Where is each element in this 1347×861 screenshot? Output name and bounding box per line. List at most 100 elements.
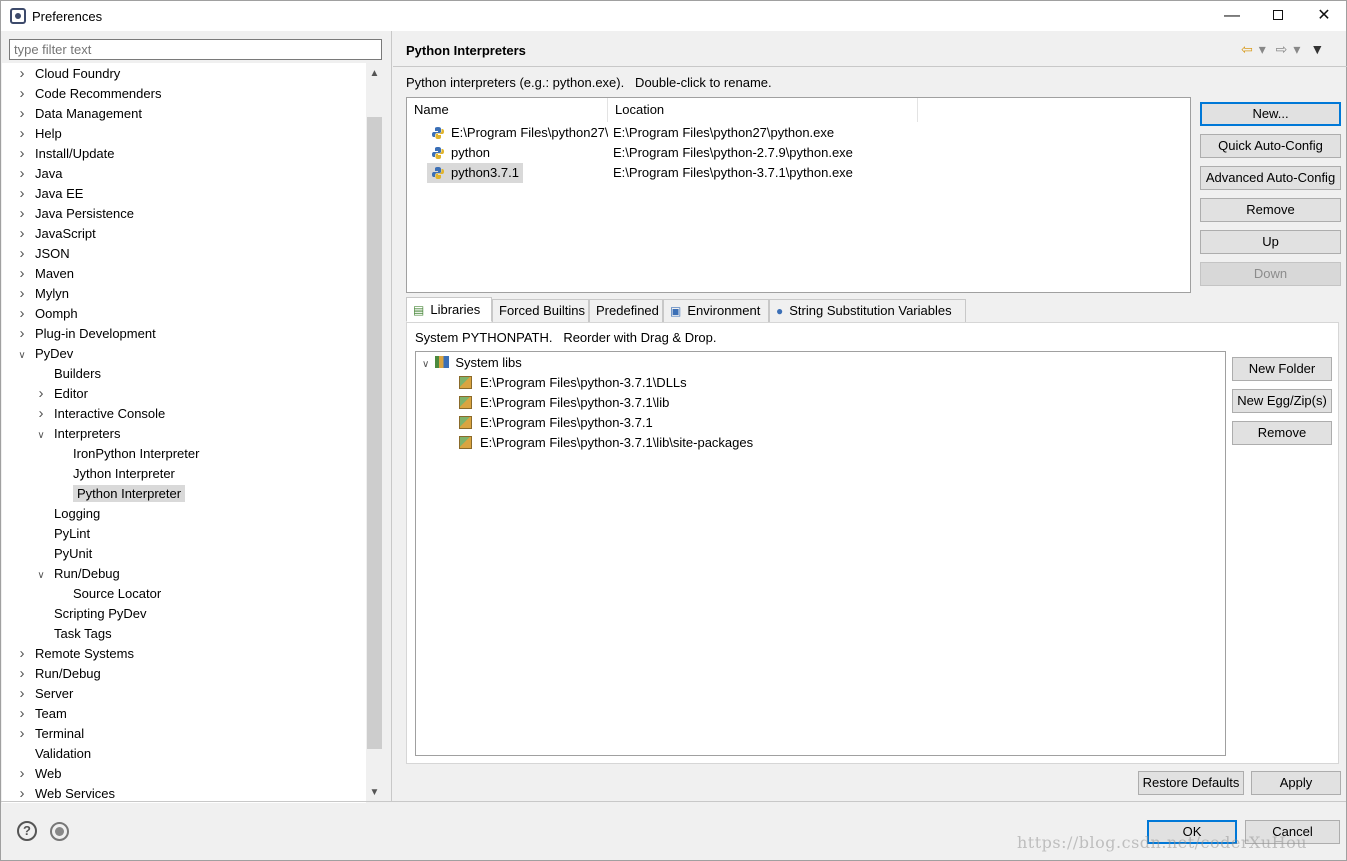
tree-item-pyunit[interactable]: PyUnit xyxy=(35,544,92,564)
new-egg-zip-button[interactable]: New Egg/Zip(s) xyxy=(1232,389,1332,413)
chevron-right-icon[interactable]: › xyxy=(16,104,28,124)
tree-item-remote-systems[interactable]: › Remote Systems xyxy=(16,644,134,664)
chevron-right-icon[interactable]: › xyxy=(16,704,28,724)
chevron-right-icon[interactable]: › xyxy=(16,144,28,164)
minimize-button[interactable]: — xyxy=(1209,1,1255,31)
tab-forced-builtins[interactable]: Forced Builtins xyxy=(492,299,589,323)
tree-item-server[interactable]: › Server xyxy=(16,684,74,704)
tree-item-cloud-foundry[interactable]: › Cloud Foundry xyxy=(16,64,121,84)
tree-item-validation[interactable]: Validation xyxy=(16,744,91,764)
chevron-right-icon[interactable]: › xyxy=(35,384,47,404)
interpreter-row[interactable]: python E:\Program Files\python-2.7.9\pyth… xyxy=(407,143,1190,163)
chevron-right-icon[interactable]: › xyxy=(16,284,28,304)
chevron-right-icon[interactable]: › xyxy=(16,324,28,344)
forward-arrow-icon[interactable]: ⇨ xyxy=(1276,41,1288,57)
column-header-location[interactable]: Location xyxy=(608,98,918,122)
tree-item-pydev[interactable]: ∨ PyDev xyxy=(16,344,73,364)
tree-item-interpreters[interactable]: ∨ Interpreters xyxy=(35,424,120,444)
tree-item-code-recommenders[interactable]: › Code Recommenders xyxy=(16,84,162,104)
up-button[interactable]: Up xyxy=(1200,230,1341,254)
chevron-right-icon[interactable]: › xyxy=(16,64,28,84)
expand-chevron-icon[interactable]: ∨ xyxy=(422,359,429,370)
apply-button[interactable]: Apply xyxy=(1251,771,1341,795)
chevron-right-icon[interactable]: › xyxy=(16,164,28,184)
column-header-name[interactable]: Name xyxy=(407,98,608,122)
library-path-item[interactable]: E:\Program Files\python-3.7.1\lib xyxy=(459,393,669,413)
tree-scrollbar[interactable]: ▲ ▼ xyxy=(366,63,383,803)
chevron-right-icon[interactable]: › xyxy=(16,684,28,704)
scroll-thumb[interactable] xyxy=(367,117,382,749)
scroll-down-icon[interactable]: ▼ xyxy=(366,784,383,801)
chevron-right-icon[interactable]: › xyxy=(16,184,28,204)
chevron-right-icon[interactable]: › xyxy=(16,84,28,104)
view-menu-icon[interactable]: ▼ xyxy=(1310,41,1324,57)
chevron-right-icon[interactable]: › xyxy=(16,764,28,784)
library-path-item[interactable]: E:\Program Files\python-3.7.1 xyxy=(459,413,653,433)
tab-environment[interactable]: ▣ Environment xyxy=(663,299,769,323)
pane-divider[interactable] xyxy=(391,31,392,802)
chevron-right-icon[interactable]: › xyxy=(16,644,28,664)
tree-item-interactive-console[interactable]: › Interactive Console xyxy=(35,404,166,424)
chevron-right-icon[interactable]: › xyxy=(16,264,28,284)
advanced-auto-config-button[interactable]: Advanced Auto-Config xyxy=(1200,166,1341,190)
close-button[interactable]: ✕ xyxy=(1301,1,1347,31)
tree-item-help[interactable]: › Help xyxy=(16,124,62,144)
chevron-right-icon[interactable]: › xyxy=(16,224,28,244)
tree-item-oomph[interactable]: › Oomph xyxy=(16,304,78,324)
tree-item-team[interactable]: › Team xyxy=(16,704,67,724)
tree-item-data-management[interactable]: › Data Management xyxy=(16,104,142,124)
back-arrow-icon[interactable]: ⇦ xyxy=(1241,41,1253,57)
system-libs-node[interactable]: ∨ System libs xyxy=(422,353,522,373)
libraries-tree[interactable]: ∨ System libs E:\Program Files\python-3.7… xyxy=(415,351,1226,756)
tree-item-plug-in-development[interactable]: › Plug-in Development xyxy=(16,324,156,344)
tree-item-editor[interactable]: › Editor xyxy=(35,384,88,404)
tree-item-web[interactable]: › Web xyxy=(16,764,62,784)
remove-library-button[interactable]: Remove xyxy=(1232,421,1332,445)
tree-item-install-update[interactable]: › Install/Update xyxy=(16,144,115,164)
new-folder-button[interactable]: New Folder xyxy=(1232,357,1332,381)
library-path-item[interactable]: E:\Program Files\python-3.7.1\lib\site-p… xyxy=(459,433,753,453)
forward-menu-icon[interactable]: ▾ xyxy=(1293,41,1300,57)
new-button[interactable]: New... xyxy=(1200,102,1341,126)
tree-item-pylint[interactable]: PyLint xyxy=(35,524,90,544)
chevron-right-icon[interactable]: › xyxy=(16,724,28,744)
library-path-item[interactable]: E:\Program Files\python-3.7.1\DLLs xyxy=(459,373,687,393)
maximize-button[interactable] xyxy=(1255,1,1301,31)
chevron-down-icon[interactable]: ∨ xyxy=(35,566,47,586)
tree-item-builders[interactable]: Builders xyxy=(35,364,101,384)
tree-item-source-locator[interactable]: Source Locator xyxy=(54,584,161,604)
tree-item-java-persistence[interactable]: › Java Persistence xyxy=(16,204,135,224)
chevron-right-icon[interactable]: › xyxy=(16,204,28,224)
quick-auto-config-button[interactable]: Quick Auto-Config xyxy=(1200,134,1341,158)
tree-item-run-debug[interactable]: › Run/Debug xyxy=(16,664,101,684)
record-icon[interactable] xyxy=(50,822,69,841)
interpreter-row[interactable]: python3.7.1 E:\Program Files\python-3.7.1… xyxy=(407,163,1190,183)
tree-item-python-interpreter[interactable]: Python Interpreter xyxy=(54,484,186,504)
chevron-right-icon[interactable]: › xyxy=(16,664,28,684)
chevron-down-icon[interactable]: ∨ xyxy=(16,346,28,366)
tree-item-logging[interactable]: Logging xyxy=(35,504,100,524)
tree-item-terminal[interactable]: › Terminal xyxy=(16,724,85,744)
chevron-right-icon[interactable]: › xyxy=(35,404,47,424)
tree-item-java[interactable]: › Java xyxy=(16,164,63,184)
chevron-right-icon[interactable]: › xyxy=(16,304,28,324)
tree-item-run-debug[interactable]: ∨ Run/Debug xyxy=(35,564,119,586)
tree-item-javascript[interactable]: › JavaScript xyxy=(16,224,96,244)
restore-defaults-button[interactable]: Restore Defaults xyxy=(1138,771,1244,795)
chevron-down-icon[interactable]: ∨ xyxy=(35,426,47,446)
tab-predefined[interactable]: Predefined xyxy=(589,299,663,323)
chevron-right-icon[interactable]: › xyxy=(16,244,28,264)
filter-input[interactable] xyxy=(9,39,382,60)
help-icon[interactable]: ? xyxy=(17,821,37,841)
tree-item-task-tags[interactable]: Task Tags xyxy=(35,624,112,644)
tree-item-jython-interpreter[interactable]: Jython Interpreter xyxy=(54,464,175,484)
tree-item-maven[interactable]: › Maven xyxy=(16,264,75,284)
chevron-right-icon[interactable]: › xyxy=(16,124,28,144)
tree-item-scripting-pydev[interactable]: Scripting PyDev xyxy=(35,604,146,624)
scroll-up-icon[interactable]: ▲ xyxy=(366,65,383,82)
tree-item-mylyn[interactable]: › Mylyn xyxy=(16,284,69,304)
interpreters-table[interactable]: Name Location E:\Program Files\python27\… xyxy=(406,97,1191,293)
interpreter-row[interactable]: E:\Program Files\python27\ E:\Program Fil… xyxy=(407,123,1190,143)
tree-item-ironpython-interpreter[interactable]: IronPython Interpreter xyxy=(54,444,199,464)
tree-item-json[interactable]: › JSON xyxy=(16,244,70,264)
